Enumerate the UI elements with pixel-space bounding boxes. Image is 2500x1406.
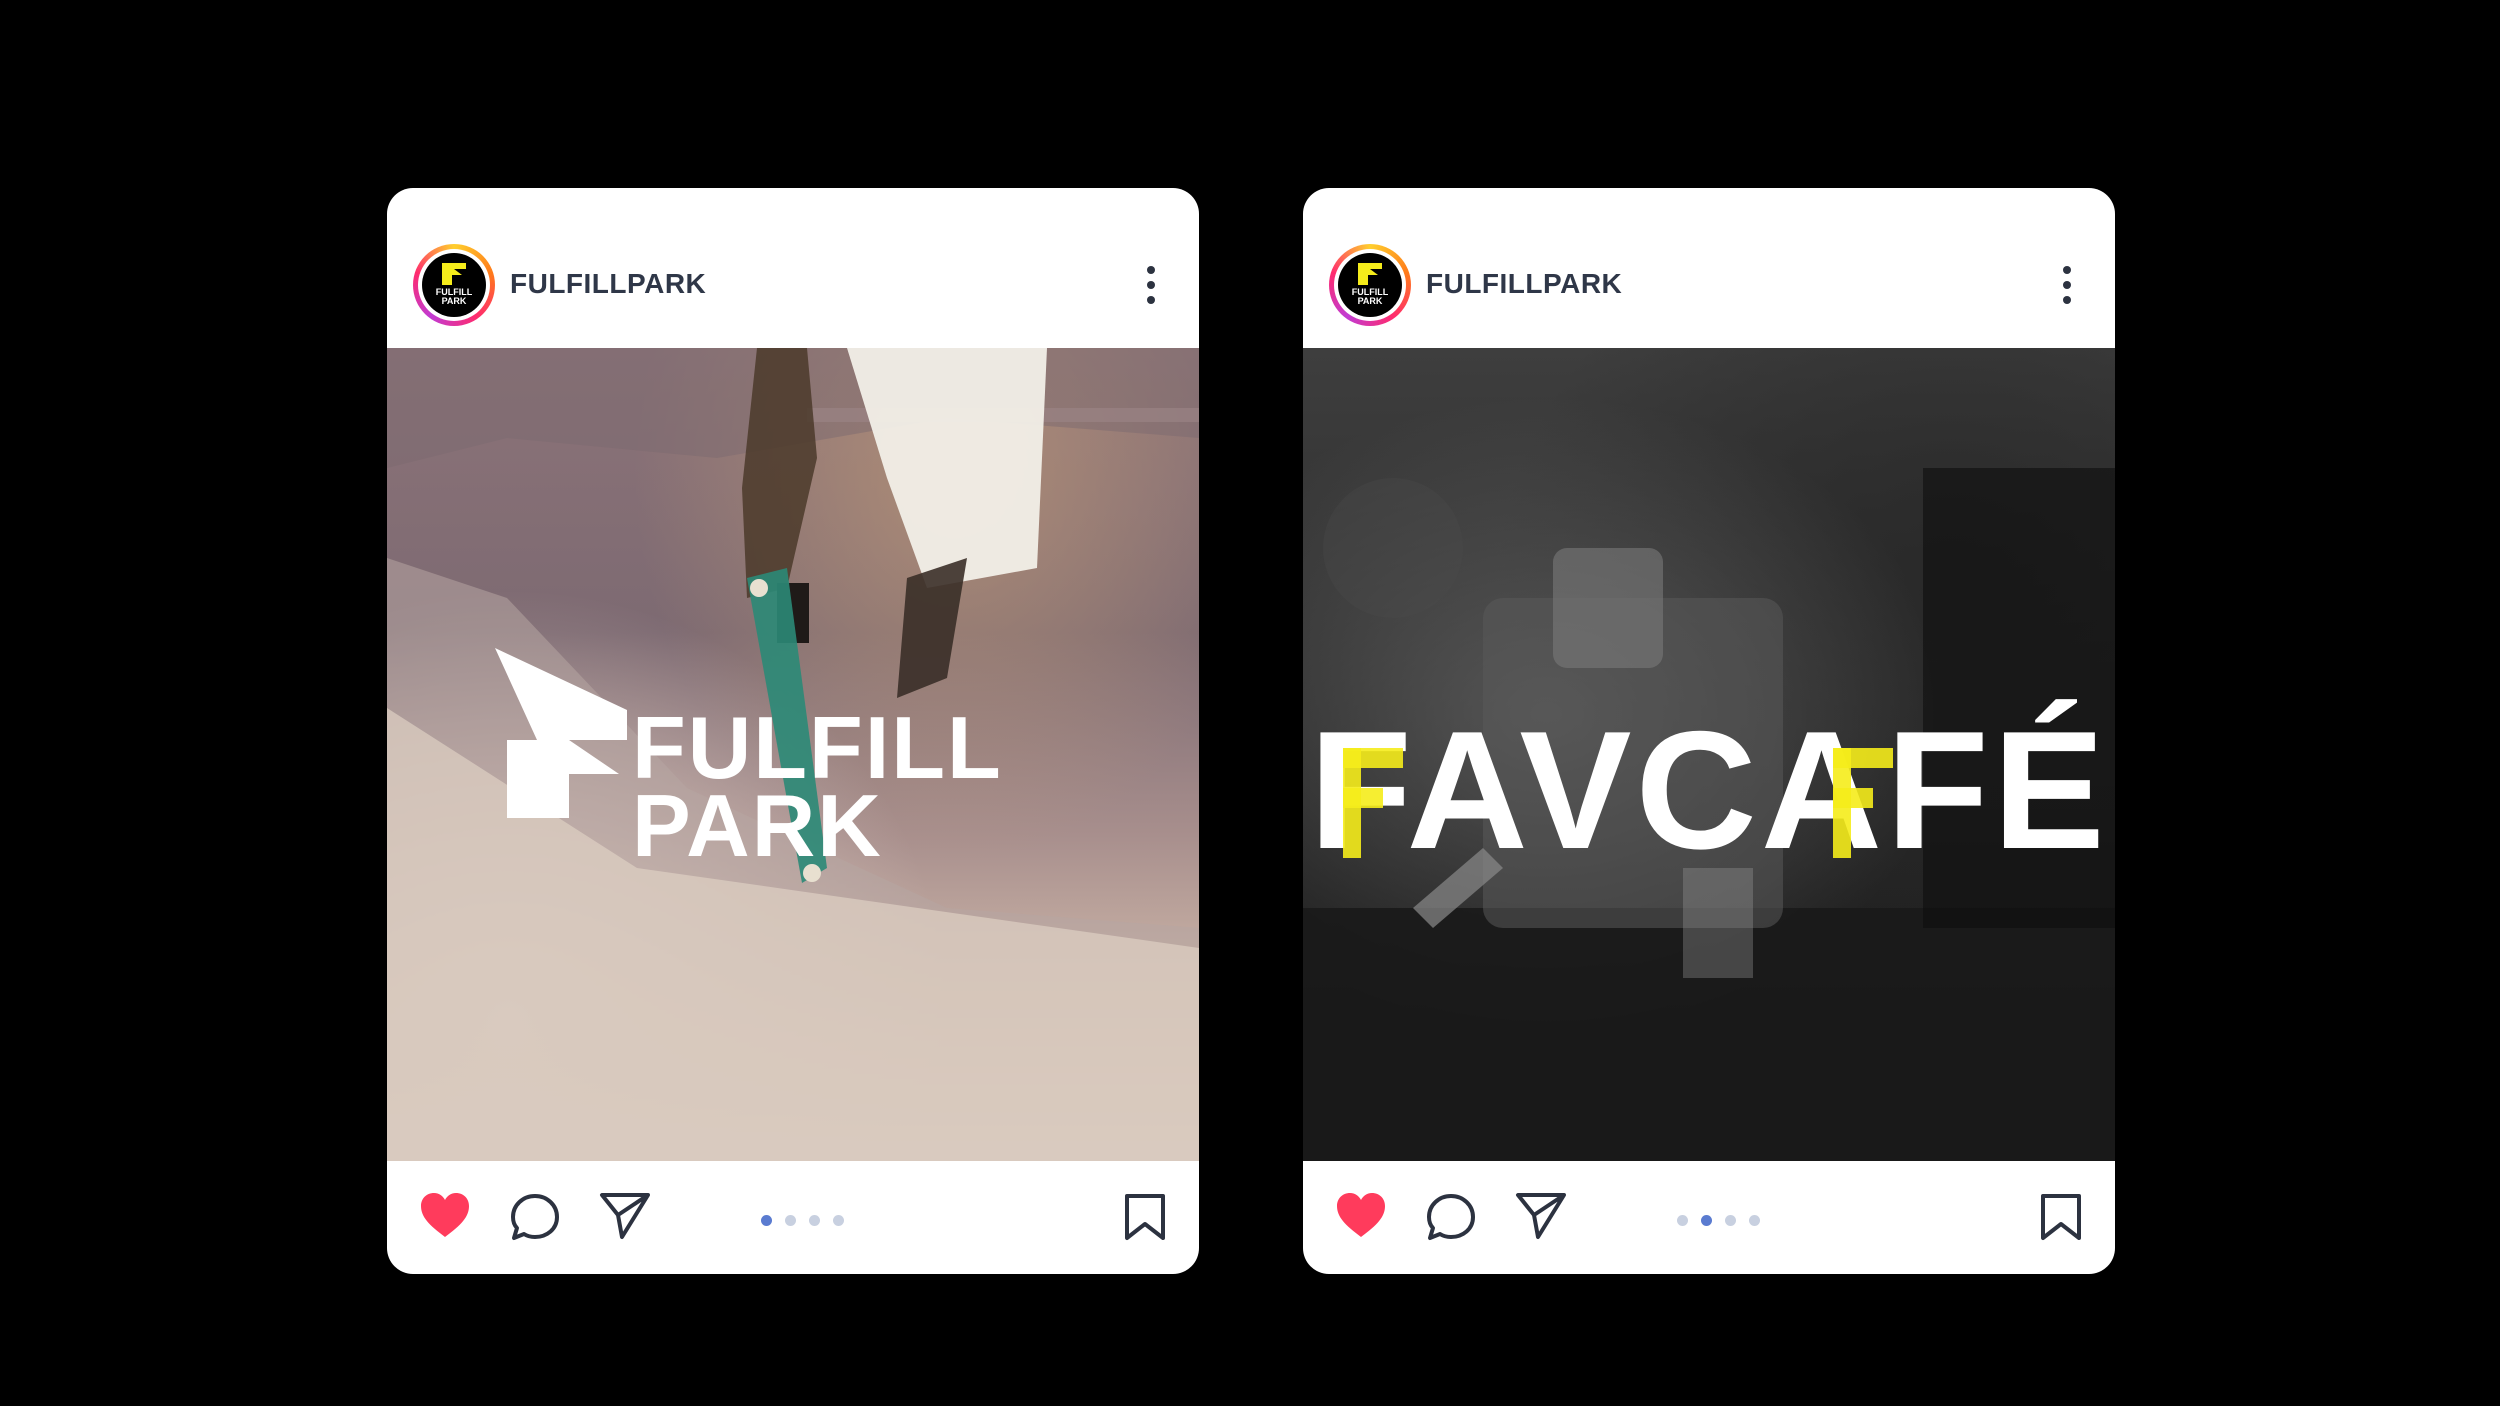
comment-icon[interactable]	[509, 1192, 561, 1242]
send-icon[interactable]	[598, 1191, 652, 1241]
more-vertical-icon[interactable]	[2057, 266, 2077, 310]
image-logo-line2: PARK	[632, 776, 883, 875]
carousel-dot	[1749, 1215, 1760, 1227]
carousel-dot-active	[1701, 1215, 1712, 1227]
carousel-dot	[1725, 1215, 1736, 1227]
post-header: FULFILL PARK FULFILLPARK	[1303, 188, 2115, 348]
avatar-logo-line2: PARK	[442, 296, 467, 306]
post-image-cafe[interactable]: FAVCAFÉ	[1303, 348, 2115, 1161]
action-bar	[387, 1161, 1199, 1274]
post-card: FULFILL PARK FULFILLPARK FULFILL PARK	[387, 188, 1199, 1274]
send-icon[interactable]	[1514, 1191, 1568, 1241]
carousel-dot	[833, 1215, 844, 1227]
heart-icon[interactable]	[1335, 1191, 1387, 1239]
post-header: FULFILL PARK FULFILLPARK	[387, 188, 1199, 348]
image-logo: FAVCAFÉ	[1309, 696, 2109, 884]
more-vertical-icon[interactable]	[1141, 266, 1161, 310]
bookmark-icon[interactable]	[1123, 1192, 1167, 1242]
avatar[interactable]: FULFILL PARK	[1329, 244, 1411, 326]
heart-icon[interactable]	[419, 1191, 471, 1239]
account-name[interactable]: FULFILLPARK	[510, 268, 706, 300]
avatar-logo-line2: PARK	[1358, 296, 1383, 306]
carousel-indicator	[761, 1212, 857, 1227]
post-card: FULFILL PARK FULFILLPARK FAVCAFÉ	[1303, 188, 2115, 1274]
fulfillpark-logo-icon: FULFILL PARK	[1338, 253, 1402, 317]
carousel-indicator	[1677, 1212, 1773, 1227]
carousel-dot	[785, 1215, 796, 1227]
carousel-dot	[809, 1215, 820, 1227]
carousel-dot-active	[761, 1215, 772, 1227]
comment-icon[interactable]	[1425, 1192, 1477, 1242]
bookmark-icon[interactable]	[2039, 1192, 2083, 1242]
action-bar	[1303, 1161, 2115, 1274]
carousel-dot	[1677, 1215, 1688, 1227]
avatar[interactable]: FULFILL PARK	[413, 244, 495, 326]
account-name[interactable]: FULFILLPARK	[1426, 268, 1622, 300]
post-image-skatepark[interactable]: FULFILL PARK	[387, 348, 1199, 1161]
fulfillpark-logo-icon: FULFILL PARK	[422, 253, 486, 317]
